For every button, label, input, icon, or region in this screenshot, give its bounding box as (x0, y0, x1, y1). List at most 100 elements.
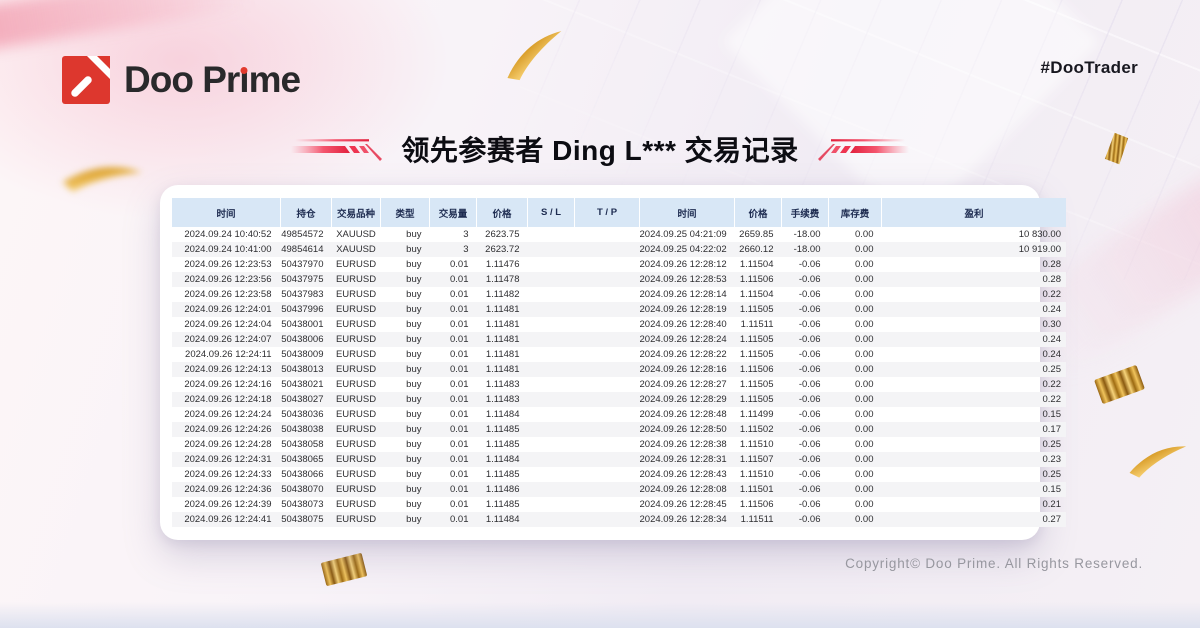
table-cell: buy (381, 302, 430, 317)
table-cell: 0.00 (829, 362, 882, 377)
table-cell (528, 467, 575, 482)
table-cell: 2659.85 (735, 227, 782, 242)
brand-wordmark: Doo Prıme (124, 56, 300, 104)
table-cell: 1.11511 (735, 317, 782, 332)
table-cell: 0.22 (882, 377, 1067, 392)
table-cell: 10 919.00 (882, 242, 1067, 257)
table-cell: 1.11486 (477, 482, 528, 497)
table-cell: 2024.09.26 12:24:13 (172, 362, 281, 377)
table-cell: -0.06 (782, 302, 829, 317)
table-cell: -0.06 (782, 347, 829, 362)
table-cell: 2024.09.26 12:28:22 (640, 347, 735, 362)
table-cell (528, 377, 575, 392)
table-cell: buy (381, 242, 430, 257)
table-cell (528, 242, 575, 257)
table-cell: -0.06 (782, 422, 829, 437)
table-cell: buy (381, 377, 430, 392)
table-cell: 50438058 (281, 437, 332, 452)
table-cell: buy (381, 347, 430, 362)
table-cell (575, 422, 640, 437)
table-cell (575, 467, 640, 482)
table-cell: 2024.09.26 12:24:41 (172, 512, 281, 527)
table-cell: -0.06 (782, 272, 829, 287)
table-cell: 50437996 (281, 302, 332, 317)
table-row: 2024.09.26 12:24:3350438066EURUSDbuy0.01… (172, 467, 1066, 482)
table-cell: 2024.09.26 12:24:33 (172, 467, 281, 482)
table-cell: 1.11484 (477, 407, 528, 422)
copyright-text: Copyright© Doo Prime. All Rights Reserve… (845, 556, 1143, 571)
table-cell (528, 407, 575, 422)
table-cell (528, 437, 575, 452)
column-header: 持仓 (281, 198, 332, 227)
table-row: 2024.09.26 12:23:5350437970EURUSDbuy0.01… (172, 257, 1066, 272)
table-row: 2024.09.24 10:40:5249854572XAUUSDbuy3262… (172, 227, 1066, 242)
table-row: 2024.09.26 12:24:0750438006EURUSDbuy0.01… (172, 332, 1066, 347)
table-cell (575, 497, 640, 512)
table-cell: EURUSD (332, 422, 381, 437)
table-cell: 1.11507 (735, 452, 782, 467)
table-cell: 2660.12 (735, 242, 782, 257)
table-cell: 0.01 (430, 287, 477, 302)
table-cell: 0.00 (829, 407, 882, 422)
table-cell: 0.00 (829, 317, 882, 332)
table-cell: 2024.09.25 04:22:02 (640, 242, 735, 257)
brand-logo: Doo Prıme (62, 56, 300, 104)
table-cell: -0.06 (782, 497, 829, 512)
table-cell (528, 362, 575, 377)
table-cell: buy (381, 362, 430, 377)
table-cell: buy (381, 227, 430, 242)
table-cell: 2623.72 (477, 242, 528, 257)
table-cell: 1.11481 (477, 317, 528, 332)
table-cell: buy (381, 512, 430, 527)
table-cell: 0.01 (430, 332, 477, 347)
table-cell: 1.11485 (477, 497, 528, 512)
table-cell (575, 302, 640, 317)
table-cell (575, 347, 640, 362)
table-cell: 2024.09.26 12:28:24 (640, 332, 735, 347)
title-row: 领先参赛者 Ding L*** 交易记录 (0, 129, 1200, 169)
table-cell: EURUSD (332, 497, 381, 512)
trades-card: 时间持仓交易品种类型交易量价格S / LT / P时间价格手续费库存费盈利 20… (160, 185, 1040, 540)
table-cell: 0.01 (430, 407, 477, 422)
table-cell: 2024.09.26 12:28:08 (640, 482, 735, 497)
table-cell: 1.11505 (735, 392, 782, 407)
table-cell: 0.00 (829, 377, 882, 392)
table-cell: 3 (430, 227, 477, 242)
table-cell (575, 317, 640, 332)
table-cell: 0.00 (829, 227, 882, 242)
table-cell: 0.28 (882, 272, 1067, 287)
column-header: 类型 (381, 198, 430, 227)
table-cell: EURUSD (332, 377, 381, 392)
table-cell: 0.00 (829, 512, 882, 527)
table-cell: 1.11510 (735, 437, 782, 452)
table-cell (575, 437, 640, 452)
table-cell: EURUSD (332, 407, 381, 422)
column-header: S / L (528, 198, 575, 227)
table-cell: 50438006 (281, 332, 332, 347)
table-cell: 2024.09.26 12:23:58 (172, 287, 281, 302)
table-cell (575, 512, 640, 527)
table-cell: 1.11499 (735, 407, 782, 422)
table-cell: EURUSD (332, 257, 381, 272)
speed-lines-left-icon (291, 136, 383, 162)
table-cell: 1.11504 (735, 287, 782, 302)
table-cell: 0.23 (882, 452, 1067, 467)
table-cell: EURUSD (332, 347, 381, 362)
table-cell: 0.01 (430, 482, 477, 497)
table-cell: 0.00 (829, 392, 882, 407)
table-cell: 50438070 (281, 482, 332, 497)
table-cell: buy (381, 407, 430, 422)
table-cell: buy (381, 332, 430, 347)
table-cell: 10 830.00 (882, 227, 1067, 242)
table-cell: buy (381, 437, 430, 452)
table-cell: buy (381, 287, 430, 302)
table-cell: 0.01 (430, 437, 477, 452)
table-cell: 0.25 (882, 437, 1067, 452)
table-cell: 1.11506 (735, 362, 782, 377)
table-cell: -18.00 (782, 227, 829, 242)
page-title: 领先参赛者 Ding L*** 交易记录 (401, 129, 798, 169)
table-cell (528, 392, 575, 407)
table-cell: 0.00 (829, 437, 882, 452)
table-cell: 0.00 (829, 467, 882, 482)
table-row: 2024.09.26 12:24:4150438075EURUSDbuy0.01… (172, 512, 1066, 527)
